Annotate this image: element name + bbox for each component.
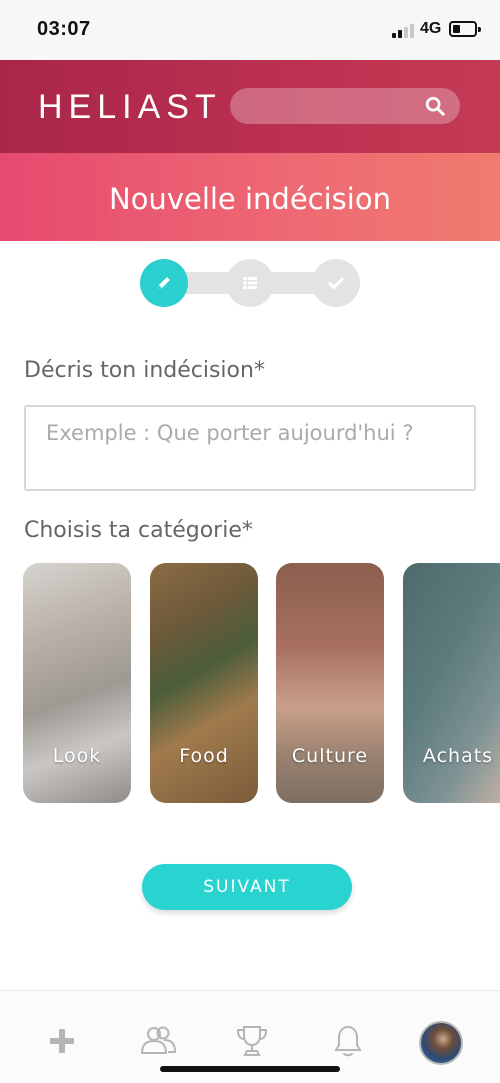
category-card-food[interactable]: Food: [150, 563, 258, 803]
category-carousel[interactable]: Look Food Culture Achats: [0, 563, 500, 805]
step-confirm[interactable]: [312, 259, 360, 307]
network-label: 4G: [420, 20, 442, 37]
tab-notifications[interactable]: [328, 1021, 368, 1061]
users-icon: [140, 1026, 177, 1054]
step-describe[interactable]: [140, 259, 188, 307]
home-indicator: [160, 1066, 340, 1072]
plus-icon: [50, 1029, 74, 1053]
top-bar: HELIAST: [0, 60, 500, 153]
category-card-look[interactable]: Look: [23, 563, 131, 803]
title-bar: Nouvelle indécision: [0, 153, 500, 241]
status-bar: 03:07 4G: [0, 0, 500, 60]
signal-icon: [392, 24, 416, 38]
page-title: Nouvelle indécision: [109, 182, 391, 216]
description-field[interactable]: Exemple : Que porter aujourd'hui ?: [24, 405, 476, 491]
check-icon: [328, 277, 344, 289]
battery-icon: [449, 21, 481, 37]
stepper: [140, 259, 360, 307]
trophy-icon: [236, 1026, 268, 1056]
list-icon: [243, 277, 257, 289]
category-card-label: Achats: [422, 745, 494, 767]
next-button[interactable]: SUIVANT: [142, 864, 352, 910]
category-label: Choisis ta catégorie*: [24, 518, 253, 543]
description-label: Décris ton indécision*: [24, 358, 265, 383]
tab-trophies[interactable]: [232, 1021, 272, 1061]
tab-add[interactable]: [42, 1021, 82, 1061]
search-input[interactable]: [230, 88, 460, 124]
step-options[interactable]: [226, 259, 274, 307]
search-icon[interactable]: [424, 95, 446, 117]
pencil-icon: [158, 277, 170, 289]
avatar[interactable]: [419, 1021, 463, 1065]
app-logo[interactable]: HELIAST: [38, 88, 222, 127]
category-card-culture[interactable]: Culture: [276, 563, 384, 803]
category-card-label: Culture: [291, 745, 369, 767]
category-card-label: Look: [52, 745, 102, 767]
tab-community[interactable]: [138, 1021, 178, 1061]
category-card-label: Food: [179, 745, 229, 767]
status-time: 03:07: [37, 18, 91, 40]
description-placeholder: Exemple : Que porter aujourd'hui ?: [46, 421, 414, 445]
bell-icon: [334, 1025, 362, 1057]
category-card-achats[interactable]: Achats: [403, 563, 500, 803]
next-button-label: SUIVANT: [203, 877, 291, 897]
